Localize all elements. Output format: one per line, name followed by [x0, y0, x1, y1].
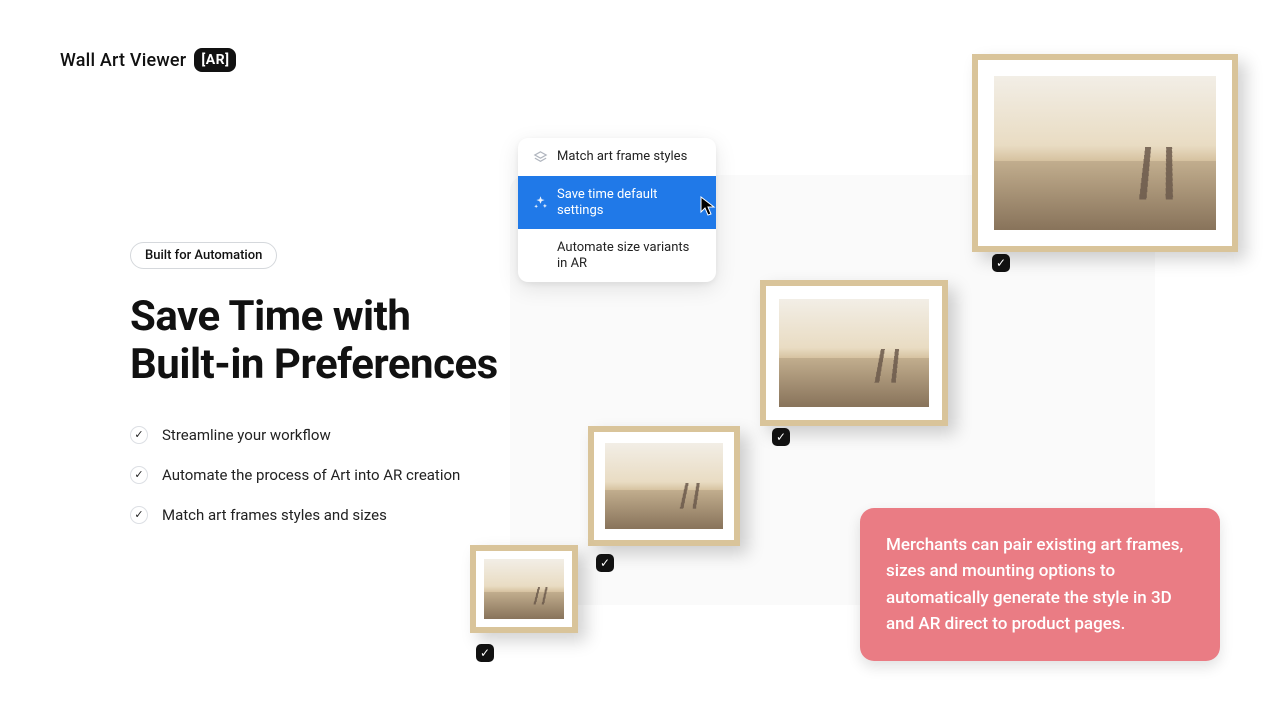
- check-icon: ✓: [130, 466, 148, 484]
- frame-check-badge: ✓: [992, 254, 1010, 272]
- preferences-menu: Match art frame styles Save time default…: [518, 138, 716, 282]
- bullet-text: Streamline your workflow: [162, 426, 331, 444]
- bullet-text: Automate the process of Art into AR crea…: [162, 466, 460, 484]
- logo-ar-badge: [AR]: [194, 48, 236, 72]
- check-icon: ✓: [130, 426, 148, 444]
- logo-text: Wall Art Viewer: [60, 50, 186, 71]
- frame-check-badge: ✓: [476, 644, 494, 662]
- art-frame-m: [588, 426, 740, 546]
- art-frame-l: [760, 280, 948, 426]
- menu-item-label: Save time default settings: [557, 187, 702, 218]
- feature-pill: Built for Automation: [130, 242, 277, 269]
- feature-bullet: ✓ Streamline your workflow: [130, 426, 550, 444]
- menu-item-default-settings[interactable]: Save time default settings: [518, 176, 716, 229]
- check-icon: ✓: [130, 506, 148, 524]
- layers-icon: [532, 149, 548, 165]
- headline-line1: Save Time with: [130, 292, 410, 341]
- headline-line2: Built-in Preferences: [130, 340, 498, 389]
- page-title: Save Time with Built-in Preferences: [130, 293, 550, 390]
- feature-copy: Built for Automation Save Time with Buil…: [130, 242, 550, 524]
- app-logo: Wall Art Viewer [AR]: [60, 48, 236, 72]
- frame-check-badge: ✓: [772, 428, 790, 446]
- bullet-text: Match art frames styles and sizes: [162, 506, 387, 524]
- feature-bullet-list: ✓ Streamline your workflow ✓ Automate th…: [130, 426, 550, 524]
- info-callout: Merchants can pair existing art frames, …: [860, 508, 1220, 661]
- menu-item-label: Match art frame styles: [557, 149, 687, 165]
- menu-item-automate-sizes[interactable]: Automate size variants in AR: [518, 229, 716, 282]
- menu-item-label: Automate size variants in AR: [557, 240, 702, 271]
- art-frame-s: [470, 545, 578, 633]
- sparkle-icon: [532, 195, 548, 211]
- menu-item-match-frames[interactable]: Match art frame styles: [518, 138, 716, 176]
- frame-check-badge: ✓: [596, 554, 614, 572]
- feature-bullet: ✓ Automate the process of Art into AR cr…: [130, 466, 550, 484]
- feature-bullet: ✓ Match art frames styles and sizes: [130, 506, 550, 524]
- art-frame-xl: [972, 54, 1238, 252]
